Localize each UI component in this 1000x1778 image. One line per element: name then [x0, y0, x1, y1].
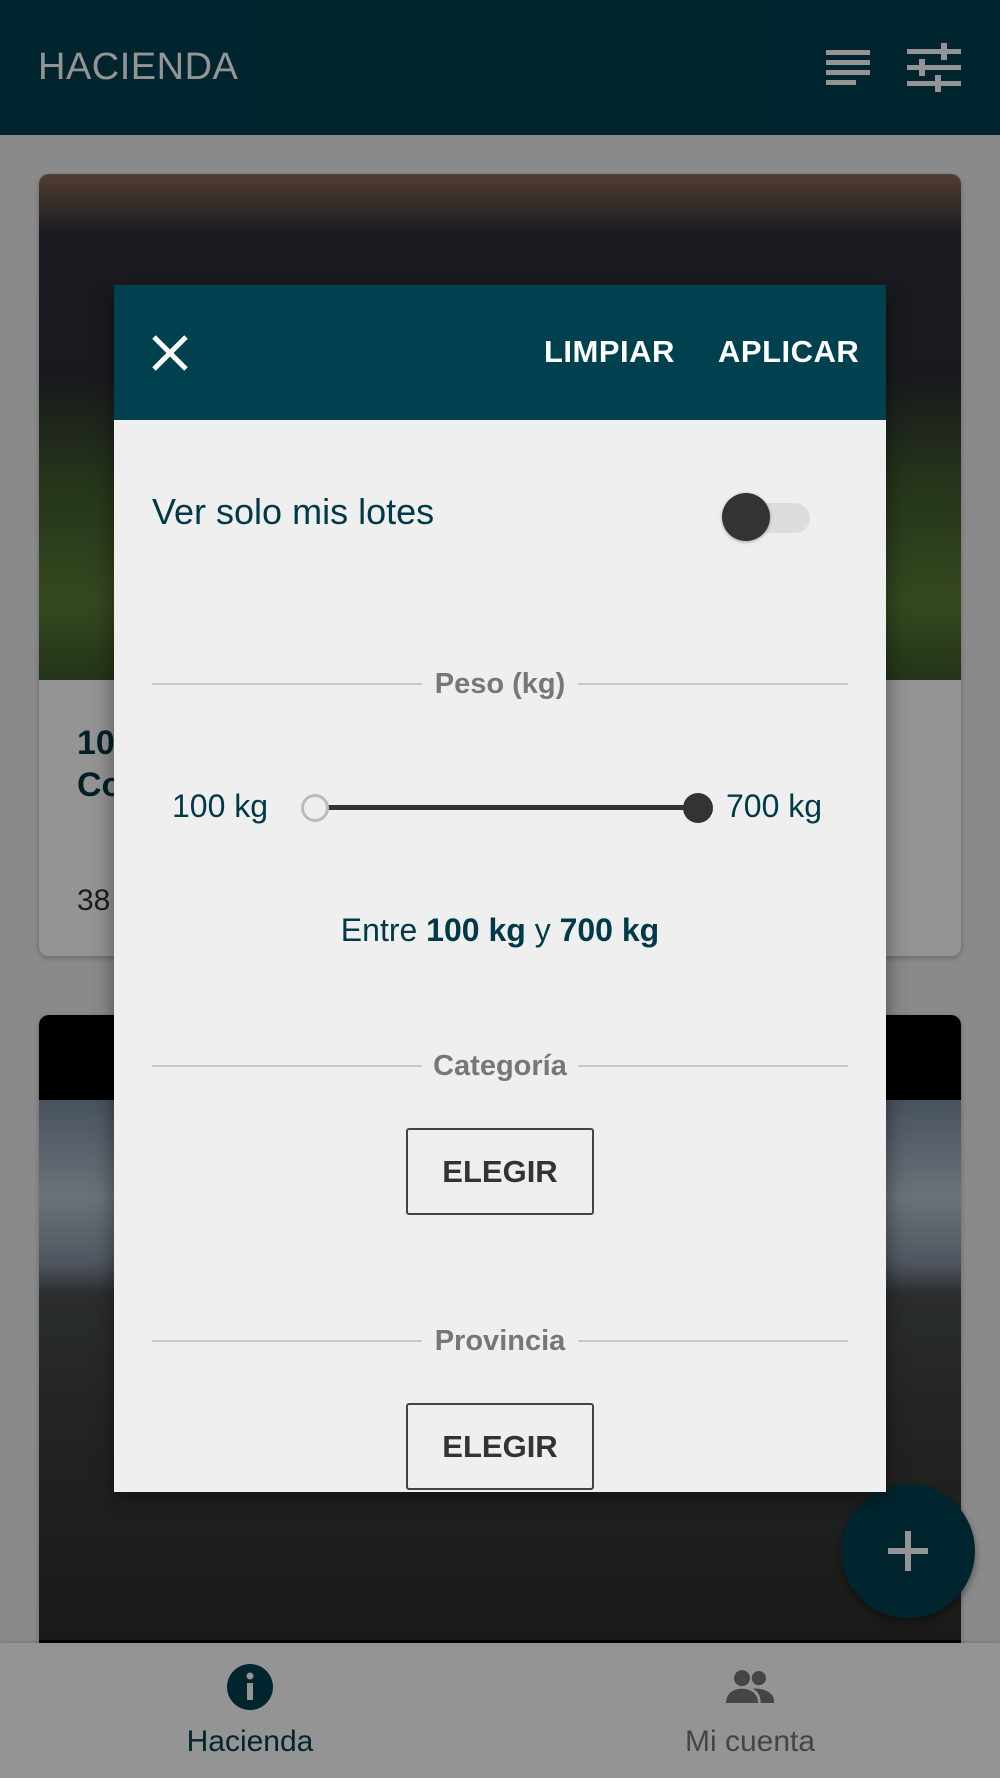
toggle-thumb [722, 493, 770, 541]
clear-button[interactable]: LIMPIAR [544, 330, 675, 374]
weight-section-divider: Peso (kg) [152, 662, 848, 706]
dialog-toolbar: LIMPIAR APLICAR [114, 285, 886, 420]
weight-min-label: 100 kg [172, 788, 269, 824]
apply-button[interactable]: APLICAR [718, 330, 859, 374]
range-low-value: 100 kg [426, 912, 526, 948]
my-lots-toggle[interactable] [722, 489, 812, 541]
choose-category-button[interactable]: ELEGIR [406, 1128, 594, 1215]
close-button[interactable] [138, 321, 202, 385]
weight-max-label: 700 kg [726, 788, 823, 824]
slider-track [315, 805, 699, 810]
choose-province-button[interactable]: ELEGIR [406, 1403, 594, 1490]
range-high-value: 700 kg [559, 912, 660, 948]
weight-range-slider[interactable] [301, 793, 713, 823]
province-section-divider: Provincia [152, 1319, 848, 1363]
close-icon [152, 335, 188, 371]
slider-min-handle[interactable] [301, 794, 329, 822]
category-section-divider: Categoría [152, 1044, 848, 1088]
filter-dialog: LIMPIAR APLICAR Ver solo mis lotes Peso … [114, 285, 886, 1492]
weight-range-summary: Entre 100 kg y 700 kg [340, 912, 660, 948]
my-lots-toggle-label: Ver solo mis lotes [152, 491, 435, 532]
slider-max-handle[interactable] [683, 793, 713, 823]
